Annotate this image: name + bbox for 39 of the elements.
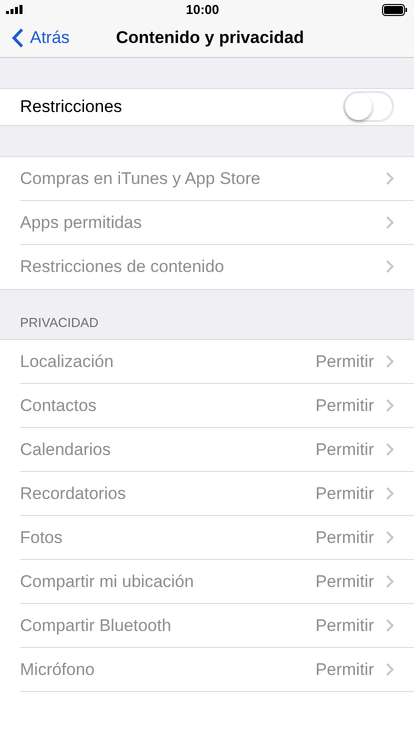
toggle-switch[interactable]: [343, 91, 394, 122]
chevron-icon: [386, 619, 394, 632]
row-value: Permitir: [315, 614, 374, 637]
back-button[interactable]: Atrás: [0, 25, 70, 51]
row-value: Permitir: [315, 526, 374, 549]
chevron-icon: [386, 355, 394, 368]
row-label: Apps permitidas: [20, 212, 143, 234]
chevron-icon: [386, 260, 394, 274]
status-time: 10:00: [184, 1, 220, 19]
chevron-icon: [386, 172, 394, 185]
row-value: Permitir: [315, 658, 374, 681]
chevron-icon: [386, 443, 394, 456]
row-value: Permitir: [315, 482, 374, 505]
section-header: PRIVACIDAD: [20, 314, 98, 332]
row-label: Recordatorios: [20, 482, 127, 505]
row-value: Permitir: [315, 570, 374, 593]
chevron-icon: [386, 663, 394, 676]
back-chevron-icon: [12, 28, 24, 48]
row-value: Permitir: [315, 350, 374, 373]
chevron-icon: [386, 399, 394, 412]
chevron-icon: [386, 575, 394, 588]
chevron-icon: [386, 531, 394, 544]
row-label: Localización: [20, 350, 115, 373]
screen-title: Contenido y privacidad: [116, 27, 304, 50]
chevron-icon: [386, 216, 394, 229]
row-label: Restricciones: [20, 96, 124, 118]
row-label: Calendarios: [20, 438, 112, 461]
row-label: Compartir Bluetooth: [20, 614, 172, 637]
row-label: Restricciones de contenido: [20, 256, 226, 278]
chevron-icon: [386, 487, 394, 500]
row-value: Permitir: [315, 438, 374, 461]
signal-icon: [6, 5, 23, 14]
row-label: Micrófono: [20, 658, 96, 681]
battery-icon: [382, 4, 408, 16]
row-value: Permitir: [315, 394, 374, 417]
row-label: Compartir mi ubicación: [20, 570, 195, 593]
row-label: Compras en iTunes y App Store: [20, 168, 262, 190]
row-label: Contactos: [20, 394, 98, 417]
row-label: Fotos: [20, 526, 64, 549]
